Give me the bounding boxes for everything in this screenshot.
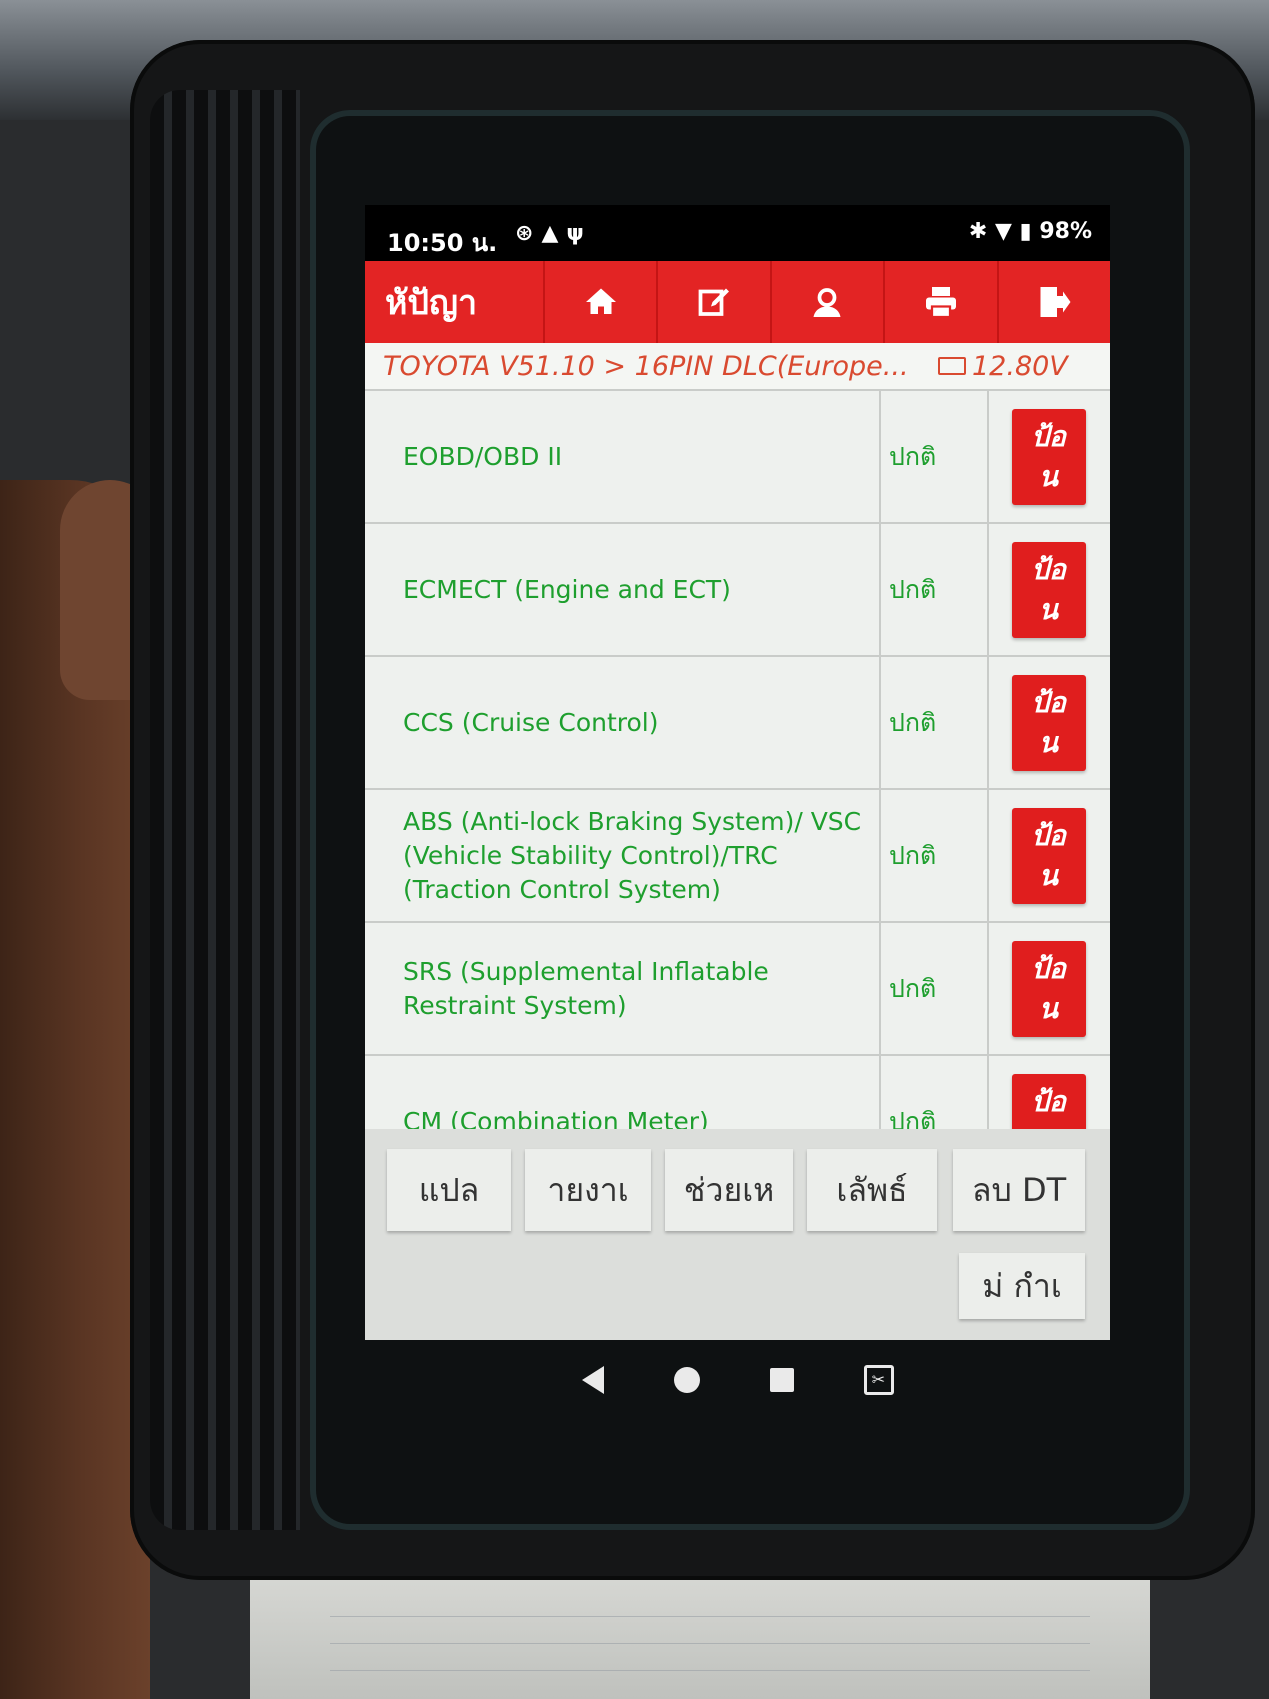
status-bar: 10:50 น. ⊛▲ψ ✱ ▼ ▮ 98% xyxy=(365,205,1110,261)
paper-lines xyxy=(330,1590,1090,1690)
back-icon[interactable] xyxy=(581,1366,604,1394)
status-icons-right: ✱ ▼ ▮ 98% xyxy=(969,219,1092,244)
table-row[interactable]: EOBD/OBD II ปกติ ป้อ น xyxy=(365,391,1110,524)
edit-button[interactable] xyxy=(656,261,769,343)
enter-button[interactable]: ป้อ น xyxy=(1011,940,1086,1037)
system-status: ปกติ xyxy=(881,657,989,788)
wifi-icon: ▼ xyxy=(994,219,1012,244)
home-button[interactable] xyxy=(542,261,656,343)
battery-icon: ▮ xyxy=(1019,219,1032,244)
breadcrumb: TOYOTA V51.10 > 16PIN DLC(Europe... 12.8… xyxy=(365,343,1110,391)
bluetooth-icon: ✱ xyxy=(968,219,988,244)
system-name: SRS (Supplemental Inflatable Restraint S… xyxy=(365,923,881,1054)
action-cell: ป้อ น xyxy=(989,923,1108,1054)
help-button[interactable]: ช่วยเห xyxy=(665,1149,793,1231)
enter-button[interactable]: ป้อ น xyxy=(1011,1073,1086,1129)
status-time: 10:50 น. xyxy=(387,229,498,257)
app-screen: 10:50 น. ⊛▲ψ ✱ ▼ ▮ 98% หัปัญา TOYOTA V51… xyxy=(365,205,1110,1340)
system-name: ABS (Anti-lock Braking System)/ VSC (Veh… xyxy=(365,790,881,921)
enter-button[interactable]: ป้อ น xyxy=(1011,807,1086,904)
system-status: ปกติ xyxy=(881,1056,989,1129)
action-cell: ป้อ น xyxy=(989,790,1108,921)
system-status: ปกติ xyxy=(881,391,989,522)
edit-icon xyxy=(698,288,729,316)
battery-voltage: 12.80V xyxy=(938,351,1068,382)
clear-dtc-button[interactable]: ลบ DT xyxy=(953,1149,1085,1231)
exit-button[interactable] xyxy=(996,261,1110,343)
tablet-grip-ribs xyxy=(150,90,300,1530)
table-row[interactable]: SRS (Supplemental Inflatable Restraint S… xyxy=(365,923,1110,1056)
battery-percent: 98% xyxy=(1039,219,1092,244)
system-name: ECMECT (Engine and ECT) xyxy=(365,524,881,655)
user-button[interactable] xyxy=(769,261,883,343)
system-status: ปกติ xyxy=(881,790,989,921)
warning-icon: ▲ xyxy=(541,221,567,246)
action-cell: ป้อ น xyxy=(989,524,1108,655)
table-row[interactable]: CCS (Cruise Control) ปกติ ป้อ น xyxy=(365,657,1110,790)
system-status: ปกติ xyxy=(881,524,989,655)
translate-button[interactable]: แปล xyxy=(387,1149,511,1231)
system-list: EOBD/OBD II ปกติ ป้อ น ECMECT (Engine an… xyxy=(365,391,1110,1129)
report-button[interactable]: ายงาเ xyxy=(525,1149,651,1231)
usb-icon: ψ xyxy=(566,221,592,246)
no-code-button[interactable]: ม่ กำเ xyxy=(959,1253,1085,1319)
system-status: ปกติ xyxy=(881,923,989,1054)
car-battery-icon xyxy=(938,357,966,375)
enter-button[interactable]: ป้อ น xyxy=(1011,674,1086,771)
whatsapp-icon: ⊛ xyxy=(515,221,542,246)
table-row[interactable]: ABS (Anti-lock Braking System)/ VSC (Veh… xyxy=(365,790,1110,923)
enter-button[interactable]: ป้อ น xyxy=(1011,541,1086,638)
android-nav-bar: ✂ xyxy=(365,1340,1110,1420)
system-name: CCS (Cruise Control) xyxy=(365,657,881,788)
recent-apps-icon[interactable] xyxy=(769,1368,794,1392)
home-icon xyxy=(585,288,616,314)
exit-icon xyxy=(1040,287,1071,317)
print-button[interactable] xyxy=(883,261,996,343)
print-icon xyxy=(925,287,956,319)
status-icons-left: ⊛▲ψ xyxy=(515,221,592,246)
voltage-value: 12.80V xyxy=(972,350,1068,382)
action-cell: ป้อ น xyxy=(989,391,1108,522)
table-row[interactable]: CM (Combination Meter) ปกติ ป้อ น xyxy=(365,1056,1110,1129)
system-name: EOBD/OBD II xyxy=(365,391,881,522)
action-cell: ป้อ น xyxy=(989,1056,1108,1129)
app-toolbar: หัปัญา xyxy=(365,261,1110,343)
result-button[interactable]: เลัพธ์ xyxy=(807,1149,937,1231)
action-cell: ป้อ น xyxy=(989,657,1108,788)
action-footer: แปล ายงาเ ช่วยเห เลัพธ์ ลบ DT ม่ กำเ xyxy=(365,1129,1110,1340)
user-icon xyxy=(813,288,841,317)
breadcrumb-path: TOYOTA V51.10 > 16PIN DLC(Europe... xyxy=(383,350,909,382)
enter-button[interactable]: ป้อ น xyxy=(1011,408,1086,505)
system-name: CM (Combination Meter) xyxy=(365,1056,881,1129)
toolbar-title: หัปัญา xyxy=(385,283,478,323)
table-row[interactable]: ECMECT (Engine and ECT) ปกติ ป้อ น xyxy=(365,524,1110,657)
screenshot-icon[interactable]: ✂ xyxy=(863,1365,894,1395)
home-nav-icon[interactable] xyxy=(673,1367,700,1393)
